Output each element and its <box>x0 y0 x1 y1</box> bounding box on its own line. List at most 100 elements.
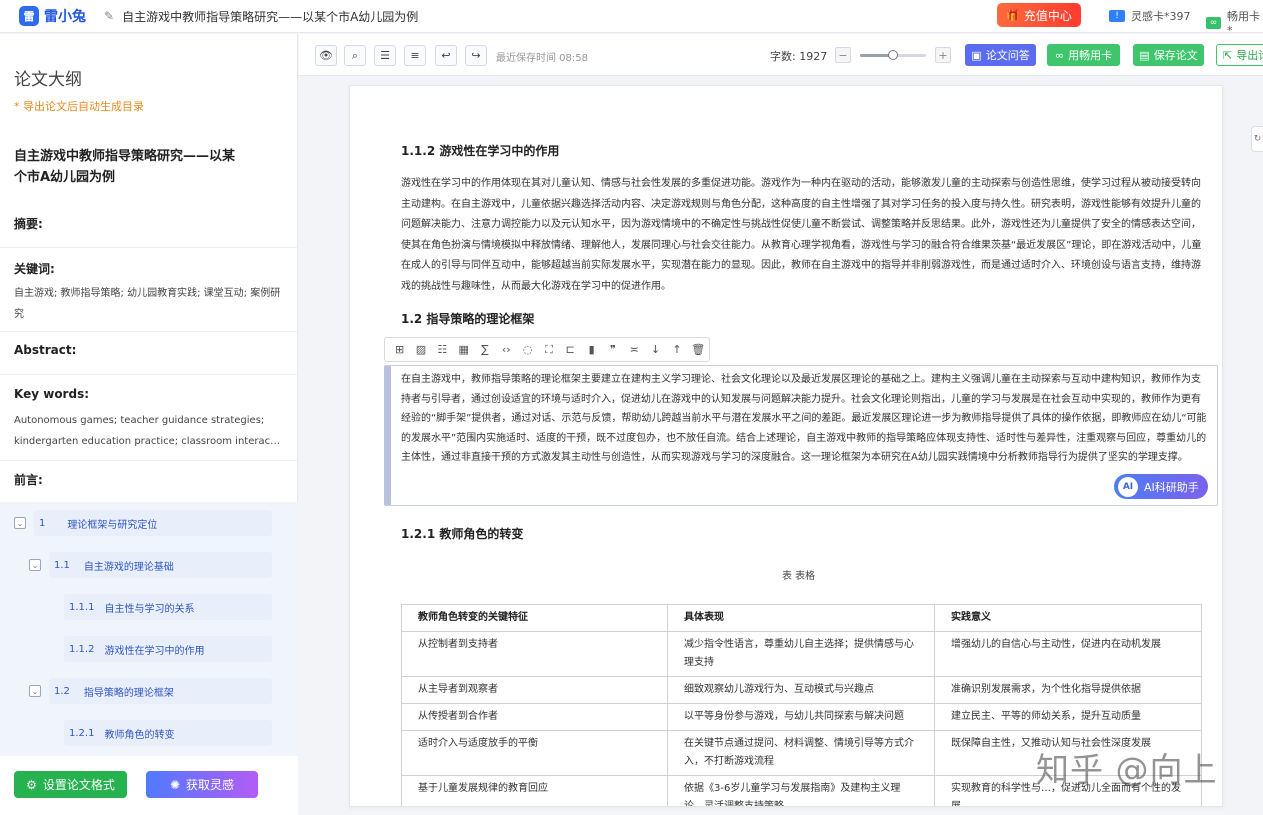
keywords-label: 关键词: <box>14 262 55 276</box>
keywords-en-section[interactable]: Key words: Autonomous games; teacher gui… <box>0 375 298 461</box>
get-inspiration-button[interactable]: ✺ 获取灵感 <box>146 771 258 798</box>
table-cell[interactable]: 基于儿童发展规律的教育回应 <box>401 775 668 806</box>
toc-num: 1.1.2 <box>69 643 95 655</box>
redo-icon[interactable]: ↪ <box>465 45 487 66</box>
recharge-button[interactable]: 🎁 充值中心 <box>997 3 1081 27</box>
unlimited-card-count[interactable]: ∞ 畅用卡* <box>1206 8 1263 37</box>
add-block-icon[interactable]: ⊞ <box>389 343 410 356</box>
toc-num: 1.2.1 <box>69 727 95 739</box>
search-icon[interactable]: ⌕ <box>344 45 366 66</box>
quote-icon[interactable]: ❞ <box>602 343 623 356</box>
table-cell[interactable]: 增强幼儿的自信心与主动性，促进内在动机发展 <box>934 631 1202 677</box>
flowchart-icon[interactable]: ⛶ <box>538 343 559 357</box>
paper-title[interactable]: 自主游戏中教师指导策略研究——以某个市A幼儿园为例 <box>14 146 244 188</box>
toc-item-1[interactable]: 1 理论框架与研究定位 <box>34 510 272 536</box>
paper-qa-button[interactable]: ▣ 论文问答 <box>965 44 1036 66</box>
abstract-label: 摘要: <box>14 217 43 231</box>
table-header-cell[interactable]: 具体表现 <box>667 604 935 632</box>
document-page: 1.1.2 游戏性在学习中的作用 游戏性在学习中的作用体现在其对儿童认知、情感与… <box>349 85 1223 807</box>
align-icon[interactable]: ☰ <box>374 45 396 66</box>
undo-icon[interactable]: ↩ <box>435 45 457 66</box>
table-cell[interactable]: 准确识别发展需求，为个性化指导提供依据 <box>934 676 1202 704</box>
lightbulb-icon[interactable]: ◌ <box>517 343 538 356</box>
formula-icon[interactable]: ∑ <box>474 343 495 356</box>
heading-1-2[interactable]: 1.2 指导策略的理论框架 <box>401 310 534 327</box>
abstract-en-section[interactable]: Abstract: <box>0 332 298 375</box>
table-cell[interactable]: 从传授者到合作者 <box>401 703 668 731</box>
zoom-in-icon[interactable]: + <box>935 47 951 63</box>
doc-title: 自主游戏中教师指导策略研究——以某个市A幼儿园为例 <box>122 9 419 24</box>
ai-assistant-button[interactable]: AI AI科研助手 <box>1114 474 1208 499</box>
toc-item-1-2[interactable]: 1.2 指导策略的理论框架 <box>49 678 272 704</box>
image-icon[interactable]: ▨ <box>410 343 431 356</box>
pencil-icon[interactable]: ✎ <box>104 9 114 23</box>
history-side-tab[interactable]: ↻ <box>1251 126 1263 152</box>
export-paper-button[interactable]: ⇱ 导出论 <box>1216 44 1263 66</box>
toc-label: 理论框架与研究定位 <box>67 519 158 531</box>
table-cell[interactable]: 建立民主、平等的师幼关系，提升互动质量 <box>934 703 1202 731</box>
doc-title-area[interactable]: ✎ 自主游戏中教师指导策略研究——以某个市A幼儿园为例 <box>104 8 418 25</box>
line-spacing-icon[interactable]: ≡ <box>404 45 426 66</box>
list-icon[interactable]: ☷ <box>432 343 453 356</box>
zoom-slider-handle[interactable] <box>888 50 898 60</box>
export-icon: ⇱ <box>1223 48 1233 62</box>
keywords-text: 自主游戏; 教师指导策略; 幼儿园教育实践; 课堂互动; 案例研究 <box>14 288 281 320</box>
table-cell[interactable]: 细致观察幼儿游戏行为、互动模式与兴趣点 <box>667 676 935 704</box>
table-cell[interactable]: 以平等身份参与游戏，与幼儿共同探索与解决问题 <box>667 703 935 731</box>
code-icon[interactable]: ‹› <box>496 343 517 356</box>
table-cell[interactable]: 从主导者到观察者 <box>401 676 668 704</box>
table-cell[interactable]: 减少指令性语言，尊重幼儿自主选择；提供情感与心理支持 <box>667 631 935 677</box>
move-down-icon[interactable]: ↓ <box>645 343 666 356</box>
set-format-button[interactable]: ⚙ 设置论文格式 <box>14 771 127 798</box>
collapse-toggle-icon[interactable]: ⌄ <box>29 559 41 571</box>
table-cell[interactable]: 适时介入与适度放手的平衡 <box>401 730 668 776</box>
paragraph-1-1-2[interactable]: 游戏性在学习中的作用体现在其对儿童认知、情感与社会性发展的多重促进功能。游戏作为… <box>401 174 1207 297</box>
sparkle-icon: ✺ <box>169 777 181 792</box>
ai-assistant-label: AI科研助手 <box>1144 480 1199 494</box>
gift-icon: 🎁 <box>1006 8 1020 22</box>
card2-label: 畅用卡* <box>1226 10 1260 37</box>
preview-eye-icon[interactable]: 👁 <box>315 45 337 66</box>
toc-item-1-2-1[interactable]: 1.2.1 教师角色的转变 <box>64 720 272 746</box>
use-card-button[interactable]: ∞ 用畅用卡 <box>1047 44 1120 66</box>
trash-icon[interactable]: 🗑 <box>688 343 709 356</box>
toc-label: 指导策略的理论框架 <box>83 687 174 699</box>
save-icon: ▤ <box>1139 48 1150 62</box>
watermark-text: 知乎 @向上 <box>1036 750 1218 789</box>
heading-1-1-2[interactable]: 1.1.2 游戏性在学习中的作用 <box>401 142 559 159</box>
gear-icon: ⚙ <box>26 777 37 792</box>
recharge-label: 充值中心 <box>1023 8 1072 23</box>
last-saved-time: 最近保存时间 08:58 <box>496 53 588 64</box>
table-header-cell[interactable]: 教师角色转变的关键特征 <box>401 604 668 632</box>
toc-item-1-1-1[interactable]: 1.1.1 自主性与学习的关系 <box>64 594 272 620</box>
logo-mark: 雷 <box>19 6 39 26</box>
heading-1-2-1[interactable]: 1.2.1 教师角色的转变 <box>401 525 523 542</box>
move-up-icon[interactable]: ↑ <box>666 343 687 356</box>
paragraph-1-2[interactable]: 在自主游戏中，教师指导策略的理论框架主要建立在建构主义学习理论、社会文化理论以及… <box>401 370 1207 468</box>
app-logo[interactable]: 雷 雷小兔 <box>19 6 86 26</box>
toc-item-1-1[interactable]: 1.1 自主游戏的理论基础 <box>49 552 272 578</box>
table-cell[interactable]: 在关键节点通过提问、材料调整、情境引导等方式介入，不打断游戏流程 <box>667 730 935 776</box>
keywords-en-label: Key words: <box>14 387 90 401</box>
collapse-toggle-icon[interactable]: ⌄ <box>14 517 26 529</box>
zoom-out-icon[interactable]: − <box>835 47 851 63</box>
toc-item-1-1-2[interactable]: 1.1.2 游戏性在学习中的作用 <box>64 636 272 662</box>
outline-sidebar: 论文大纲 * 导出论文后自动生成目录 自主游戏中教师指导策略研究——以某个市A幼… <box>0 34 298 815</box>
abstract-section[interactable]: 摘要: <box>0 202 298 248</box>
mindmap-icon[interactable]: ⊏ <box>560 343 581 356</box>
save-paper-label: 保存论文 <box>1153 49 1198 62</box>
collapse-toggle-icon[interactable]: ⌄ <box>29 685 41 697</box>
keywords-section[interactable]: 关键词: 自主游戏; 教师指导策略; 幼儿园教育实践; 课堂互动; 案例研究 <box>0 248 298 332</box>
block-toolbar: ⊞ ▨ ☷ ▦ ∑ ‹› ◌ ⛶ ⊏ ▮ ❞ ≍ ↓ ↑ 🗑 <box>384 337 710 362</box>
infinity-icon: ∞ <box>1054 48 1065 62</box>
table-cell[interactable]: 从控制者到支持者 <box>401 631 668 677</box>
divider-icon[interactable]: ≍ <box>624 343 645 356</box>
preface-section[interactable]: 前言: <box>0 461 298 502</box>
table-cell[interactable]: 依据《3-6岁儿童学习与发展指南》及建构主义理论，灵活调整支持策略 <box>667 775 935 806</box>
save-paper-button[interactable]: ▤ 保存论文 <box>1133 44 1204 66</box>
table-header-cell[interactable]: 实践意义 <box>934 604 1202 632</box>
inspiration-card-count[interactable]: ! 灵感卡*397 <box>1109 8 1191 24</box>
toc-num: 1.1.1 <box>69 601 95 613</box>
table-icon[interactable]: ▦ <box>453 343 474 356</box>
chart-icon[interactable]: ▮ <box>581 343 602 356</box>
